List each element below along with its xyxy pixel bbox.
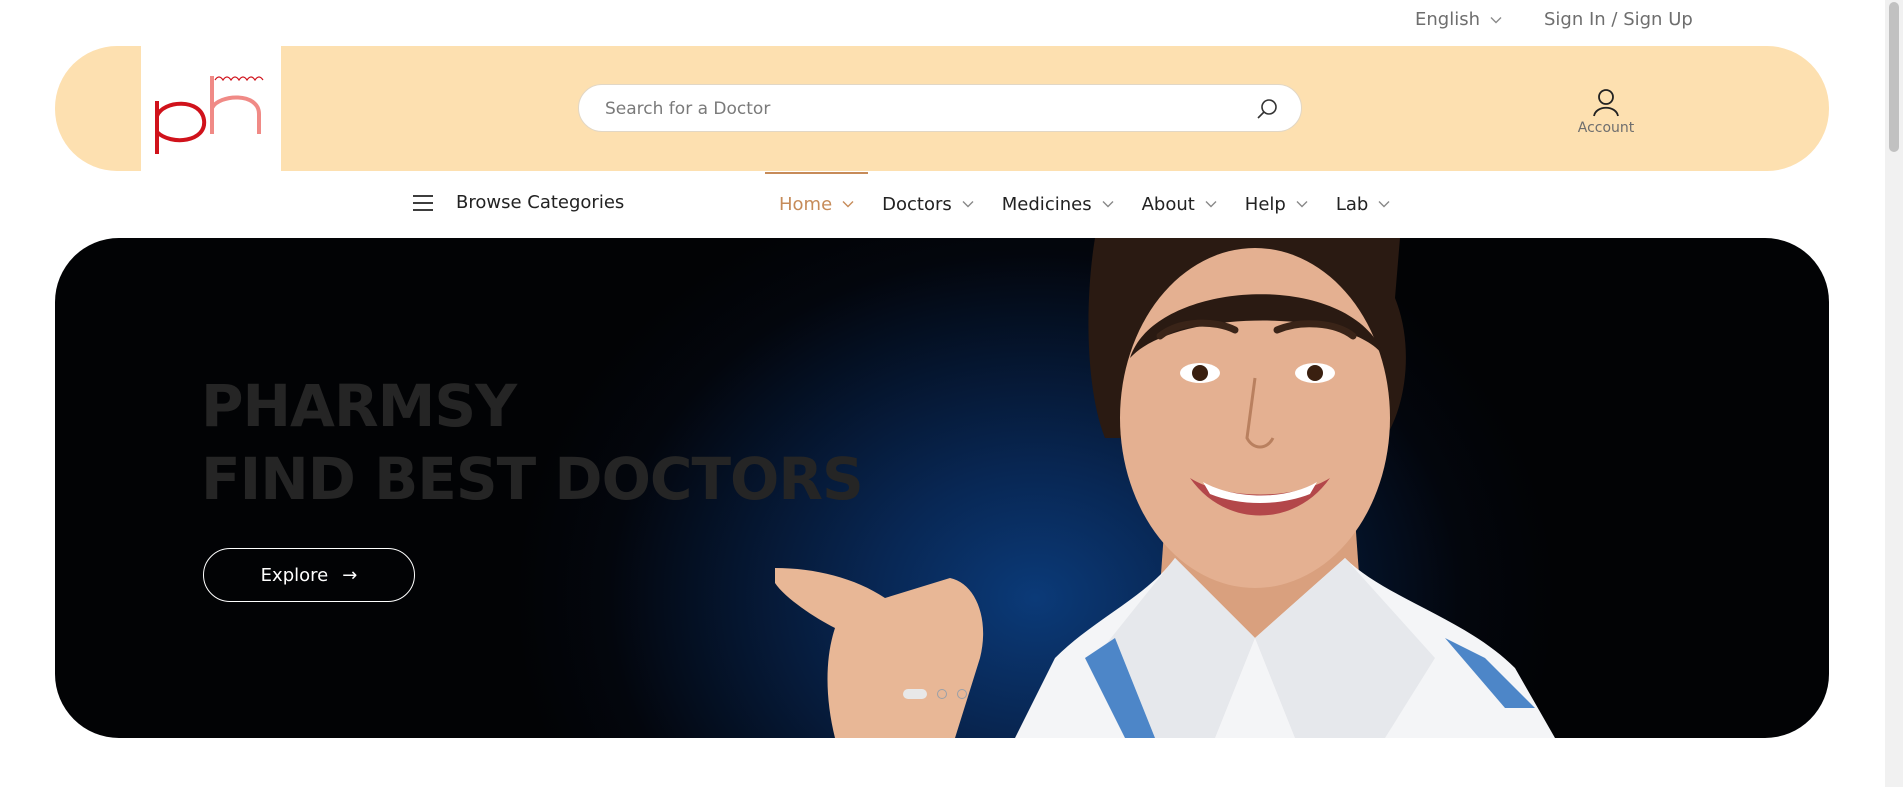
nav-item-lab[interactable]: Lab bbox=[1322, 172, 1404, 236]
chevron-down-icon bbox=[1490, 16, 1502, 24]
site-header: Account bbox=[55, 46, 1829, 171]
nav-item-label: Home bbox=[779, 193, 833, 215]
nav-item-label: Doctors bbox=[882, 193, 952, 215]
search-icon[interactable] bbox=[1255, 97, 1279, 121]
carousel-dot-2[interactable] bbox=[937, 689, 947, 699]
user-icon bbox=[1590, 86, 1622, 118]
hero-title-line-2: FIND BEST DOCTORS bbox=[201, 445, 864, 513]
arrow-right-icon: → bbox=[342, 564, 358, 586]
hero-banner: PHARMSY FIND BEST DOCTORS Explore → bbox=[55, 238, 1829, 738]
browse-categories-label: Browse Categories bbox=[456, 192, 625, 213]
nav-item-medicines[interactable]: Medicines bbox=[988, 172, 1128, 236]
language-label: English bbox=[1415, 9, 1480, 30]
nav-item-label: Lab bbox=[1335, 193, 1369, 215]
explore-label: Explore bbox=[260, 564, 329, 586]
nav-item-about[interactable]: About bbox=[1128, 172, 1231, 236]
carousel-pagination bbox=[903, 689, 967, 699]
chevron-down-icon bbox=[1378, 200, 1390, 208]
nav-item-doctors[interactable]: Doctors bbox=[868, 172, 988, 236]
carousel-dot-1[interactable] bbox=[903, 689, 927, 699]
doctor-search-box bbox=[578, 84, 1302, 133]
chevron-down-icon bbox=[1102, 200, 1114, 208]
chevron-down-icon bbox=[1296, 200, 1308, 208]
menu-icon bbox=[412, 194, 434, 212]
hero-title: PHARMSY FIND BEST DOCTORS bbox=[201, 370, 864, 516]
page-scrollbar[interactable] bbox=[1885, 0, 1903, 787]
explore-button[interactable]: Explore → bbox=[203, 548, 415, 602]
logo[interactable] bbox=[141, 46, 281, 171]
browse-categories-button[interactable]: Browse Categories bbox=[412, 192, 624, 213]
search-input[interactable] bbox=[603, 85, 1227, 133]
top-utility-bar: English Sign In / Sign Up bbox=[0, 0, 1903, 44]
chevron-down-icon bbox=[1205, 200, 1217, 208]
scrollbar-thumb[interactable] bbox=[1889, 2, 1899, 152]
nav-item-label: Medicines bbox=[1001, 193, 1092, 215]
nav-item-label: Help bbox=[1244, 193, 1286, 215]
hero-title-line-1: PHARMSY bbox=[201, 372, 517, 440]
language-selector[interactable]: English bbox=[1415, 9, 1502, 30]
nav-item-help[interactable]: Help bbox=[1231, 172, 1322, 236]
sign-in-sign-up-link[interactable]: Sign In / Sign Up bbox=[1544, 9, 1693, 30]
account-button[interactable]: Account bbox=[1571, 86, 1641, 136]
nav-item-home[interactable]: Home bbox=[765, 172, 869, 236]
carousel-dot-3[interactable] bbox=[957, 689, 967, 699]
chevron-down-icon bbox=[962, 200, 974, 208]
chevron-down-icon bbox=[842, 200, 854, 208]
main-navigation: Browse Categories Home Doctors Medicines… bbox=[0, 172, 1903, 236]
nav-item-label: About bbox=[1141, 193, 1195, 215]
nav-menu: Home Doctors Medicines About Help Lab bbox=[765, 172, 1404, 236]
account-label: Account bbox=[1577, 120, 1635, 136]
